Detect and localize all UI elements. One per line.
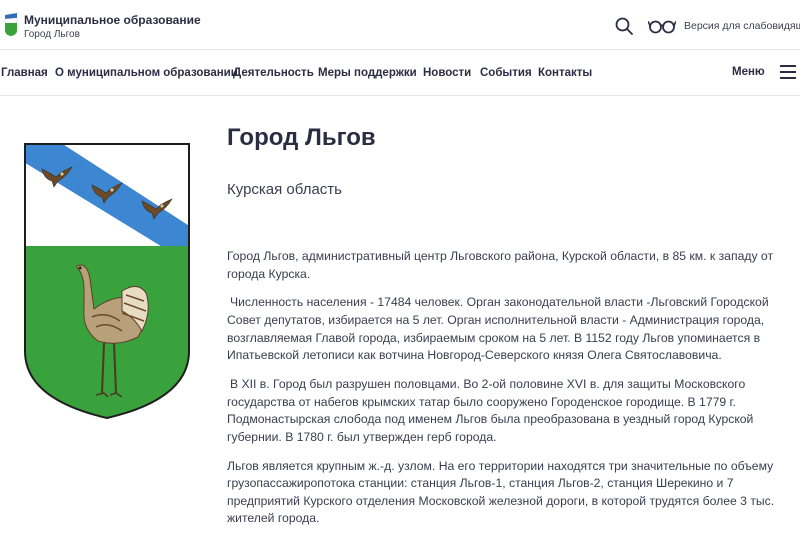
main-nav: Главная О муниципальном образовании Деят… [0, 50, 800, 96]
region-subtitle: Курская область [227, 181, 342, 198]
nav-item-home[interactable]: Главная [1, 67, 48, 79]
article-paragraph: Численность населения - 17484 человек. О… [227, 295, 769, 363]
article-paragraph: Город Льгов, административный центр Льго… [227, 249, 774, 281]
brand-subtitle[interactable]: Город Льгов [24, 29, 80, 40]
nav-item-activity[interactable]: Деятельность [233, 67, 314, 79]
nav-item-about[interactable]: О муниципальном образовании [55, 67, 238, 79]
municipal-logo-icon[interactable] [4, 12, 18, 37]
glasses-icon [648, 20, 676, 34]
coat-of-arms-image [24, 143, 190, 420]
hamburger-icon [779, 65, 796, 79]
search-icon[interactable] [614, 16, 634, 36]
menu-button[interactable]: Меню [732, 62, 796, 82]
nav-item-news[interactable]: Новости [423, 67, 471, 79]
nav-item-support[interactable]: Меры поддержки [318, 67, 417, 79]
article-paragraph: В XII в. Город был разрушен половцами. В… [227, 376, 754, 444]
nav-item-events[interactable]: События [480, 67, 532, 79]
article-paragraph: Льгов является крупным ж.-д. узлом. На е… [227, 458, 775, 526]
page-title: Город Льгов [227, 124, 376, 151]
article-body: Город Льгов, административный центр Льго… [227, 248, 795, 533]
top-bar: Муниципальное образование Город Льгов Ве… [0, 0, 800, 50]
menu-label: Меню [732, 66, 765, 78]
brand-title[interactable]: Муниципальное образование [24, 13, 201, 27]
nav-item-contacts[interactable]: Контакты [538, 67, 592, 79]
accessibility-label: Версия для слабовидящих [684, 20, 800, 32]
accessibility-version-link[interactable]: Версия для слабовидящих [648, 15, 800, 37]
